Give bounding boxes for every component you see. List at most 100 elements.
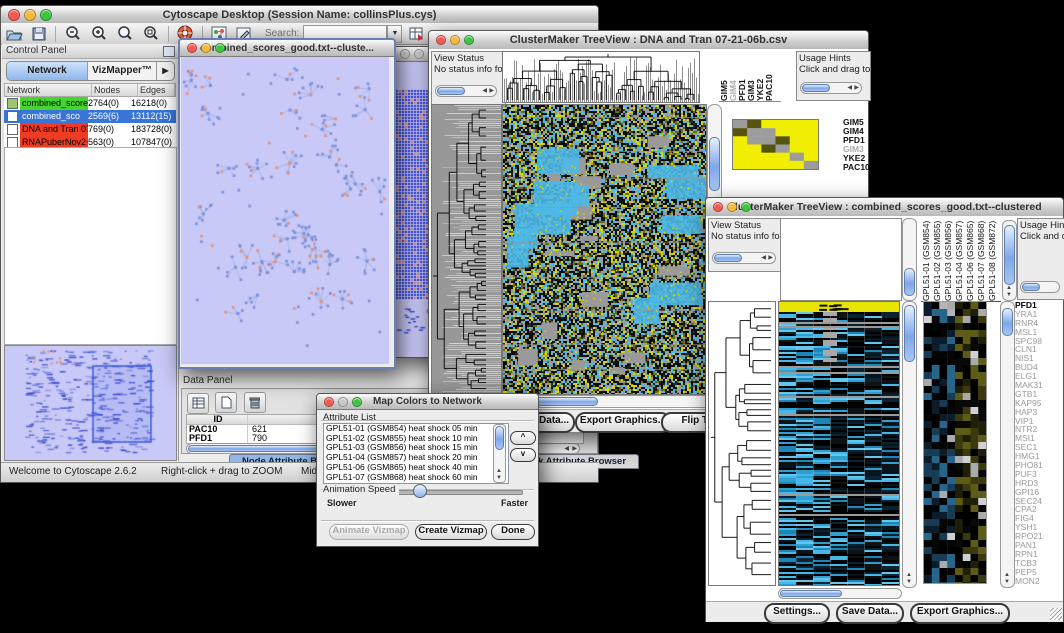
minimize-button[interactable] bbox=[414, 49, 424, 59]
minimize-button[interactable] bbox=[338, 397, 348, 407]
gene-label[interactable]: MON2 bbox=[1015, 577, 1062, 586]
zoom-button[interactable] bbox=[464, 35, 474, 45]
zoom-out-icon[interactable] bbox=[64, 25, 82, 42]
tv2-row-dendrogram[interactable] bbox=[708, 301, 776, 586]
zoom-selected-icon[interactable] bbox=[116, 25, 134, 42]
tv1-row-dendrogram[interactable] bbox=[431, 104, 502, 395]
tv2-action-button[interactable]: Export Graphics... bbox=[910, 603, 1010, 624]
column-label[interactable]: PAC10 bbox=[764, 49, 772, 101]
scrollbar-thumb[interactable] bbox=[1022, 283, 1040, 291]
birdseye-view-canvas[interactable] bbox=[4, 345, 177, 461]
tab-vizmapper[interactable]: VizMapper™ bbox=[87, 62, 156, 80]
network-row[interactable]: DNA and Tran 07 769(0) 183728(0) bbox=[4, 123, 176, 136]
row-label[interactable]: PAC10 bbox=[843, 163, 870, 172]
tv2-column-dendrogram-area[interactable] bbox=[780, 218, 902, 301]
network-titlebar[interactable]: combined_scores_good.txt--cluste... bbox=[180, 40, 394, 57]
col-id[interactable]: ID bbox=[187, 415, 248, 424]
tv2-main-vscrollbar[interactable]: ▲ ▼ bbox=[902, 301, 917, 588]
scroll-left-icon[interactable]: ◀ bbox=[761, 255, 766, 261]
scroll-right-icon[interactable]: ▶ bbox=[572, 446, 577, 452]
zoom-in-icon[interactable] bbox=[90, 25, 108, 42]
network-row[interactable]: combined_scores 2764(0) 16218(0) bbox=[4, 97, 176, 110]
minimize-button[interactable] bbox=[727, 202, 737, 212]
scroll-up-icon[interactable]: ▲ bbox=[1006, 285, 1012, 291]
tv2-column-labels[interactable]: GPL51-01 (GSM854)GPL51-02 (GSM855)GPL51-… bbox=[921, 216, 1001, 302]
col-nodes[interactable]: Nodes bbox=[92, 84, 138, 96]
tv1-column-labels[interactable]: GIM5GIM4PFD1GIM3YKE2PAC10 bbox=[719, 49, 781, 102]
scroll-right-icon[interactable]: ▶ bbox=[854, 85, 859, 91]
zoom-fit-icon[interactable] bbox=[142, 25, 160, 42]
scroll-up-icon[interactable]: ▲ bbox=[1004, 572, 1010, 578]
column-label[interactable]: GPL51-02 (GSM855) bbox=[932, 216, 942, 301]
scrollbar-thumb[interactable] bbox=[904, 268, 915, 296]
col-network[interactable]: Network bbox=[5, 84, 92, 96]
minimize-button[interactable] bbox=[450, 35, 460, 45]
col-edges[interactable]: Edges bbox=[138, 84, 175, 96]
tabs-overflow-icon[interactable]: ▶ bbox=[156, 62, 174, 80]
column-label[interactable]: GIM4 bbox=[728, 49, 736, 101]
tv1-column-dendrogram[interactable] bbox=[502, 51, 700, 103]
zoom-button[interactable] bbox=[40, 9, 52, 21]
scroll-right-icon[interactable]: ▶ bbox=[489, 88, 494, 94]
scrollbar-thumb[interactable] bbox=[1004, 225, 1015, 285]
main-titlebar[interactable]: Cytoscape Desktop (Session Name: collins… bbox=[1, 6, 598, 24]
column-label[interactable]: GPL51-04 (GSM857) bbox=[954, 216, 964, 301]
scrollbar-thumb[interactable] bbox=[437, 87, 465, 95]
zoom-button[interactable] bbox=[741, 202, 751, 212]
column-label[interactable]: GPL51-03 (GSM856) bbox=[943, 216, 953, 301]
zoom-button[interactable] bbox=[215, 43, 225, 53]
tv2-top-vscrollbar[interactable] bbox=[902, 218, 917, 301]
tv2-hscrollbar[interactable] bbox=[778, 588, 902, 599]
column-label[interactable]: GPL51-08 (GSM872) bbox=[987, 216, 997, 301]
import-table-icon[interactable] bbox=[408, 26, 426, 42]
save-session-icon[interactable] bbox=[31, 26, 47, 42]
tv1-heatmap-canvas[interactable] bbox=[502, 104, 707, 395]
dialog-button[interactable]: Create Vizmap bbox=[415, 524, 487, 540]
move-down-button[interactable]: v bbox=[510, 448, 536, 462]
scrollbar-thumb[interactable] bbox=[709, 137, 720, 191]
scroll-left-icon[interactable]: ◀ bbox=[564, 446, 569, 452]
zoom-button[interactable] bbox=[352, 397, 362, 407]
dialog-button[interactable]: Done bbox=[491, 524, 535, 540]
scroll-down-icon[interactable]: ▼ bbox=[1006, 292, 1012, 298]
new-attribute-icon[interactable] bbox=[215, 392, 237, 413]
scroll-up-icon[interactable]: ▲ bbox=[906, 572, 912, 578]
scrollbar-thumb[interactable] bbox=[904, 305, 915, 362]
move-up-button[interactable]: ^ bbox=[510, 431, 536, 445]
tv2-action-button[interactable]: Settings... bbox=[764, 603, 830, 624]
close-button[interactable] bbox=[400, 49, 410, 59]
scroll-down-icon[interactable]: ▼ bbox=[496, 475, 502, 481]
select-attributes-icon[interactable] bbox=[187, 393, 209, 414]
scroll-right-icon[interactable]: ▶ bbox=[768, 255, 773, 261]
tv2-genes-vscrollbar[interactable]: ▲ ▼ bbox=[1000, 301, 1015, 588]
delete-attribute-icon[interactable] bbox=[244, 392, 266, 413]
slider-thumb[interactable] bbox=[413, 484, 427, 498]
tv1-action-button[interactable]: Export Graphics... bbox=[575, 412, 671, 433]
attribute-list[interactable]: GPL51-01 (GSM854) heat shock 05 minGPL51… bbox=[323, 423, 509, 484]
tv2-gene-list[interactable]: PFD1YRA1RNR4MSL1SPC98CLN1NIS1BUD4ELG1MAK… bbox=[1015, 301, 1062, 586]
column-label[interactable]: GIM5 bbox=[719, 49, 727, 101]
minimize-button[interactable] bbox=[24, 9, 36, 21]
network-graph-canvas[interactable] bbox=[181, 57, 389, 364]
scroll-left-icon[interactable]: ◀ bbox=[482, 88, 487, 94]
window-controls[interactable] bbox=[8, 9, 52, 21]
column-label[interactable]: GIM3 bbox=[746, 49, 754, 101]
column-label[interactable]: GPL51-06 (GSM865) bbox=[965, 216, 975, 301]
tv2-heatmap-canvas[interactable] bbox=[778, 301, 900, 586]
scrollbar-thumb[interactable] bbox=[780, 590, 842, 597]
close-button[interactable] bbox=[187, 43, 197, 53]
close-button[interactable] bbox=[324, 397, 334, 407]
tv1-row-labels[interactable]: GIM5GIM4PFD1GIM3YKE2PAC10 bbox=[843, 118, 870, 172]
dialog-button[interactable]: Animate Vizmap bbox=[329, 524, 409, 540]
tv2-status-scrollbar[interactable]: ◀ ▶ bbox=[712, 252, 776, 264]
tv1-status-scrollbar[interactable]: ◀ ▶ bbox=[435, 85, 497, 97]
scrollbar-thumb[interactable] bbox=[495, 426, 504, 450]
tv2-titlebar[interactable]: ClusterMaker TreeView : combined_scores_… bbox=[706, 198, 1063, 217]
column-label[interactable]: GPL51-01 (GSM854) bbox=[921, 216, 931, 301]
close-button[interactable] bbox=[436, 35, 446, 45]
tab-network[interactable]: Network bbox=[7, 62, 87, 80]
minimize-button[interactable] bbox=[201, 43, 211, 53]
network-row[interactable]: combined_sco 2569(6) 13112(15) bbox=[4, 110, 176, 123]
tv2-labels-vscrollbar[interactable]: ▲ ▼ bbox=[1002, 220, 1017, 301]
dialog-titlebar[interactable]: Map Colors to Network bbox=[317, 394, 538, 410]
